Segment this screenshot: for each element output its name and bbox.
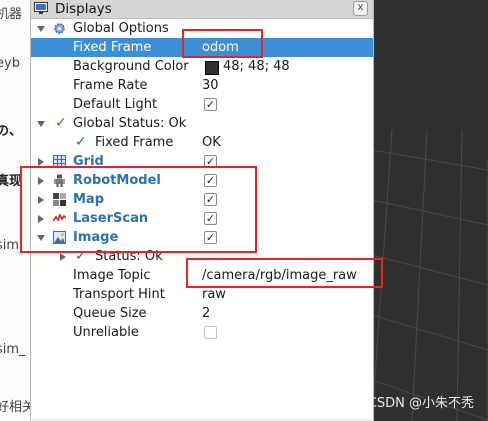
expand-arrow-icon[interactable] — [60, 253, 66, 261]
default-light-label: Default Light — [73, 97, 158, 112]
expand-arrow-icon[interactable] — [37, 26, 45, 32]
unreliable-checkbox[interactable] — [204, 326, 217, 339]
tree-row-frame-rate[interactable]: Frame Rate 30 — [31, 76, 373, 95]
expand-arrow-icon[interactable] — [37, 121, 45, 127]
monitor-icon — [34, 2, 48, 14]
expand-arrow-icon[interactable] — [38, 158, 44, 166]
tree-row-default-light[interactable]: Default Light ✓ — [31, 95, 373, 114]
close-button[interactable]: x — [353, 1, 368, 16]
background-text: sim — [0, 238, 20, 253]
default-light-checkbox[interactable]: ✓ — [204, 98, 217, 111]
tree-row-global-status[interactable]: ✓ Global Status: Ok — [31, 114, 373, 133]
annotation-box-fixed-frame — [182, 29, 263, 58]
status-fixed-frame-value: OK — [202, 135, 221, 150]
background-text: 机器 — [0, 7, 23, 22]
status-fixed-frame-label: Fixed Frame — [95, 135, 174, 150]
tree-row-unreliable[interactable]: Unreliable — [31, 323, 373, 342]
annotation-box-displays — [20, 166, 257, 253]
frame-rate-value[interactable]: 30 — [202, 76, 219, 95]
gear-icon — [54, 23, 65, 34]
unreliable-label: Unreliable — [73, 325, 139, 340]
panel-titlebar: Displays x — [31, 0, 373, 19]
frame-rate-label: Frame Rate — [73, 78, 148, 93]
fixed-frame-label: Fixed Frame — [73, 40, 152, 55]
queue-size-value[interactable]: 2 — [202, 304, 210, 323]
image-topic-label: Image Topic — [73, 268, 151, 283]
status-ok-icon: ✓ — [75, 134, 87, 150]
global-options-label: Global Options — [73, 21, 169, 36]
watermark: CSDN @小朱不秃 — [372, 396, 474, 411]
annotation-box-image-topic — [186, 258, 383, 288]
background-text: eyb — [0, 56, 20, 71]
background-color-value[interactable]: 48; 48; 48 — [223, 57, 290, 76]
color-swatch[interactable] — [205, 61, 219, 75]
global-status-label: Global Status: Ok — [73, 116, 187, 131]
panel-title: Displays — [55, 1, 112, 17]
background-text: の、 — [0, 124, 23, 139]
tree-row-queue-size[interactable]: Queue Size 2 — [31, 304, 373, 323]
tree-row-background-color[interactable]: Background Color 48; 48; 48 — [31, 57, 373, 76]
tree-row-status-fixed-frame[interactable]: ✓ Fixed Frame OK — [31, 133, 373, 152]
status-ok-icon: ✓ — [55, 115, 67, 131]
close-icon: x — [357, 2, 364, 13]
transport-hint-label: Transport Hint — [73, 287, 165, 302]
grid-lines — [372, 129, 488, 421]
rviz-3d-viewport[interactable]: CSDN @小朱不秃 — [372, 0, 488, 421]
background-text: sim_ — [0, 342, 26, 357]
queue-size-label: Queue Size — [73, 306, 147, 321]
background-text: 真现 — [0, 174, 23, 189]
background-color-label: Background Color — [73, 59, 189, 74]
